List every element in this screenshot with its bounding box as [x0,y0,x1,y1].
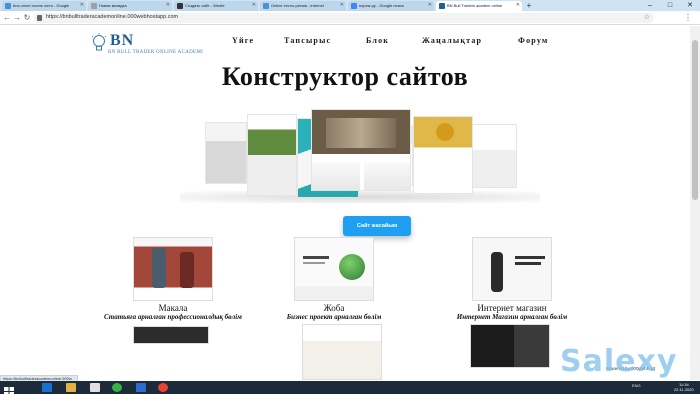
shop-card-title: Интернет магазин [477,303,547,313]
nav-link-order[interactable]: Тапсырыс [284,36,331,45]
collection-banner-image[interactable] [133,326,209,344]
create-site-button[interactable]: Сайт жасайым [343,216,411,236]
templates-collage-image [205,106,520,201]
template-thumb [311,109,411,191]
logo-mark: BN [110,32,135,49]
browser-tab-bar: bns omori rooms omm - Google ✕ Новая вкл… [0,0,700,11]
tab-favicon-icon [177,3,183,9]
tab-favicon-icon [91,3,97,9]
url-input[interactable]: https://bnbulltraderacademonline.000webh… [34,13,654,23]
template-thumb [467,124,517,188]
tab-favicon-icon [351,3,357,9]
address-bar-row: ← → ↻ https://bnbulltraderacademonline.0… [0,11,700,25]
windows-start-icon[interactable] [4,383,14,396]
close-tab-icon[interactable]: ✕ [516,2,520,8]
template-thumb [247,114,297,196]
watermark-logo: Salexy [560,344,678,379]
maximize-window-button[interactable]: □ [660,0,680,11]
tab-favicon-icon [439,3,445,9]
browser-tab[interactable]: Создать сайт - Weebl ✕ [174,1,258,11]
close-window-button[interactable]: ✕ [680,0,700,11]
chrome-icon[interactable] [158,383,168,392]
file-explorer-icon[interactable] [66,383,76,392]
nav-link-blog[interactable]: Блок [366,36,389,45]
article-card-image[interactable] [133,237,213,301]
web-page: BN BN BULL TRADER ONLINE ACADEMI Үйге Та… [0,26,690,380]
tab-favicon-icon [263,3,269,9]
shop-card-image[interactable] [472,237,552,301]
nav-link-home[interactable]: Үйге [232,36,254,45]
word-icon[interactable] [136,383,146,392]
project-card-subtitle: Бизнес проект арналған бөлім [286,313,382,321]
ie-browser-icon[interactable] [42,383,52,392]
article-card-title: Макала [158,303,188,313]
close-tab-icon[interactable]: ✕ [80,2,84,8]
media-player-icon[interactable] [90,383,100,392]
language-indicator[interactable]: ENG [632,383,641,388]
project-card-image[interactable] [294,237,374,301]
lock-icon [37,15,42,21]
windows-taskbar: ENG 11:34 22.11.2020 [0,381,700,396]
project-thumb-image[interactable] [302,324,382,380]
minimize-window-button[interactable]: – [640,0,660,11]
close-tab-icon[interactable]: ✕ [252,2,256,8]
whatsapp-icon[interactable] [112,383,122,392]
page-title: Конструктор сайтов [221,62,469,91]
page-scrollbar[interactable] [690,26,700,380]
bookmark-star-icon[interactable]: ☆ [644,13,650,21]
template-thumb [413,116,473,194]
logo-text: BN BULL TRADER ONLINE ACADEMI [108,50,204,55]
browser-tab[interactable]: пореж.ру - Google поиск ✕ [348,1,434,11]
close-tab-icon[interactable]: ✕ [428,2,432,8]
close-tab-icon[interactable]: ✕ [166,2,170,8]
shop-card-subtitle: Интернет Магазин арналған бөлім [456,313,568,321]
back-button[interactable]: ← [2,13,12,23]
tab-favicon-icon [5,3,11,9]
forward-button[interactable]: → [12,13,22,23]
reload-button[interactable]: ↻ [22,13,32,23]
shop-thumb-image[interactable] [470,324,550,368]
browser-tab-active[interactable]: BN Bull Traders academ online ✕ [436,1,522,11]
lightbulb-icon [91,33,107,51]
template-thumb [205,122,247,184]
browser-tab[interactable]: Online тесты ресми - internet ✕ [260,1,346,11]
browser-tab[interactable]: bns omori rooms omm - Google ✕ [2,1,86,11]
taskbar-clock[interactable]: 11:34 22.11.2020 [674,382,694,392]
nav-link-news[interactable]: Жаңалықтар [422,36,482,45]
system-tray[interactable]: ENG [632,383,641,388]
new-tab-button[interactable]: + [524,1,534,11]
scrollbar-thumb[interactable] [692,40,698,200]
site-logo[interactable]: BN BN BULL TRADER ONLINE ACADEMI [90,32,230,62]
article-card-subtitle: Статьяға арналған профессионалдық бөлім [104,313,242,321]
browser-tab[interactable]: Новая вкладка ✕ [88,1,172,11]
browser-menu-icon[interactable]: ⋮ [684,13,692,22]
close-tab-icon[interactable]: ✕ [340,2,344,8]
nav-link-forum[interactable]: Форум [518,36,549,45]
project-card-title: Жоба [323,303,345,313]
